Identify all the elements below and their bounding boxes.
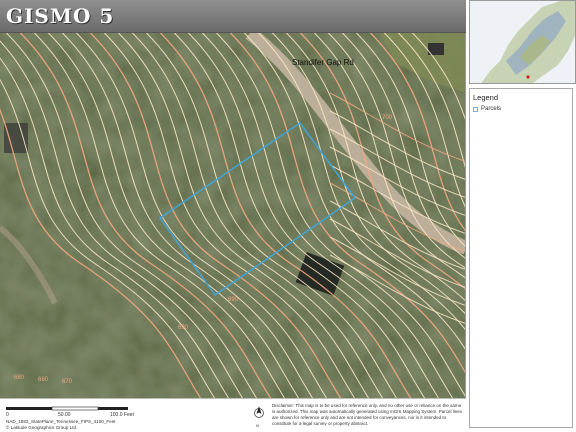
north-label: N [256,423,259,428]
map-view[interactable]: Standifer Gap Rd 680 660 670 690 690 700 [0,33,466,398]
parcel-swatch-icon [473,106,478,112]
title-bar: GISMO 5 [0,0,466,33]
coordinate-system: NAD_1983_StatePlane_Tennessee_FIPS_4100_… [6,419,116,424]
legend-panel: Legend Parcels [469,88,573,428]
contour-label: 690 [178,325,189,331]
north-arrow-icon [254,406,264,418]
disclaimer-text: Disclaimer: This map is to be used for r… [272,403,463,426]
scale-label-end: 100.0 Feet [110,412,134,418]
scale-label-zero: 0 [6,412,9,418]
building-left [4,123,28,153]
legend-title: Legend [473,93,499,102]
contour-label: 670 [62,379,73,385]
overview-map-icon [470,1,575,83]
contour-label: 690 [228,297,239,303]
attribution: © Latitude Geographics Group Ltd. [6,425,78,430]
overview-map[interactable] [469,0,576,84]
scale-label-mid: 50.00 [58,412,71,418]
app-title: GISMO 5 [6,4,115,28]
legend-item-parcels[interactable]: Parcels [473,106,501,112]
contour-label: 680 [14,375,25,381]
map-footer: 0 50.00 100.0 Feet NAD_1983_StatePlane_T… [0,398,466,432]
road-label: Standifer Gap Rd [292,58,354,67]
contour-label: 700 [382,115,393,121]
map-canvas[interactable]: Standifer Gap Rd 680 660 670 690 690 700 [0,33,466,398]
contour-label: 660 [38,377,49,383]
legend-item-label: Parcels [481,106,502,112]
